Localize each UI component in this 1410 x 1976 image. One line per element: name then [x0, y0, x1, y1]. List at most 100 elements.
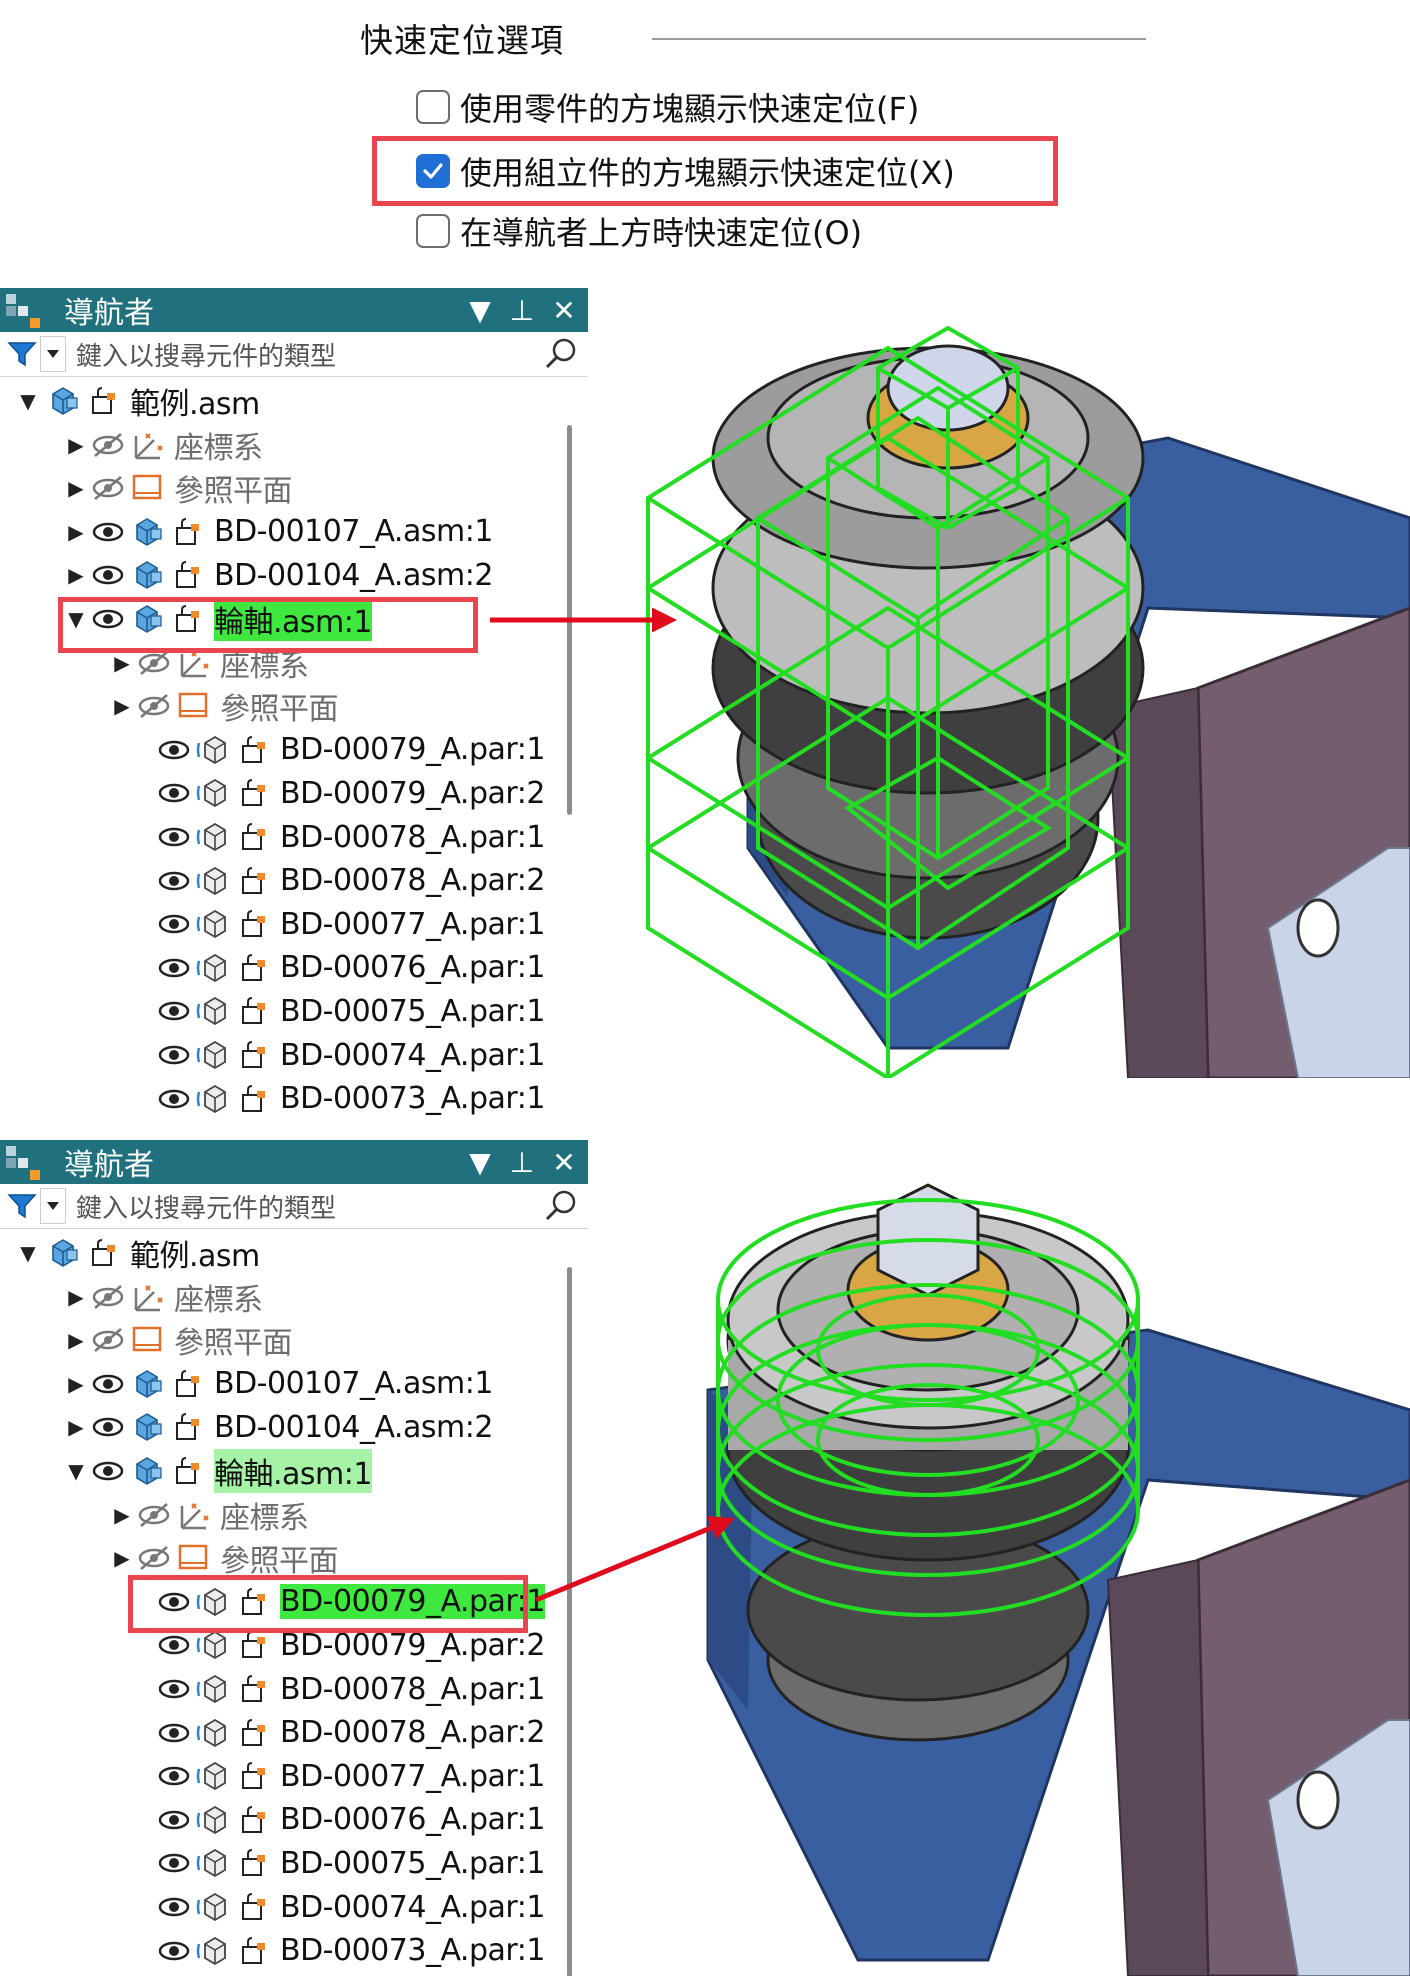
eye-off-icon[interactable] [88, 1320, 128, 1360]
part-icon [194, 1887, 234, 1927]
tree-item[interactable]: ▶ 座標系 [64, 423, 263, 467]
eye-off-icon[interactable] [88, 425, 128, 465]
eye-icon[interactable] [154, 1669, 194, 1709]
checkbox-navigator-hover[interactable] [416, 214, 450, 248]
eye-icon[interactable] [154, 817, 194, 857]
tree-item[interactable]: BD-00076_A.par:1 [130, 946, 545, 990]
tree-item[interactable]: ▶ BD-00104_A.asm:2 [64, 1405, 493, 1449]
expand-down-icon[interactable]: ▼ [64, 1449, 88, 1493]
eye-off-icon[interactable] [88, 468, 128, 508]
tree-item[interactable]: BD-00079_A.par:1 [130, 728, 545, 772]
expand-right-icon[interactable]: ▶ [110, 1536, 134, 1580]
expand-right-icon[interactable]: ▶ [64, 553, 88, 597]
tree-item[interactable]: BD-00075_A.par:1 [130, 1841, 545, 1885]
expand-right-icon[interactable]: ▶ [64, 1275, 88, 1319]
model-viewport-bottom[interactable] [628, 1140, 1410, 1976]
tree-item[interactable]: BD-00077_A.par:1 [130, 902, 545, 946]
expand-down-icon[interactable]: ▼ [16, 1231, 40, 1275]
tree-item[interactable]: BD-00073_A.par:1 [130, 1077, 545, 1121]
expand-right-icon[interactable]: ▶ [64, 510, 88, 554]
pin-icon[interactable]: ⊥ [508, 294, 536, 327]
filter-dropdown-icon[interactable] [40, 1188, 66, 1224]
tree-item[interactable]: BD-00078_A.par:1 [130, 1667, 545, 1711]
filter-dropdown-icon[interactable] [40, 336, 66, 372]
expand-right-icon[interactable]: ▶ [64, 1318, 88, 1362]
model-viewport-top[interactable] [628, 288, 1410, 1078]
tree-item[interactable]: ▶ BD-00104_A.asm:2 [64, 553, 493, 597]
eye-icon[interactable] [154, 904, 194, 944]
tree-item[interactable]: BD-00076_A.par:1 [130, 1798, 545, 1842]
search-input[interactable]: 鍵入以搜尋元件的類型 [76, 336, 336, 373]
tree-item[interactable]: BD-00079_A.par:2 [130, 771, 545, 815]
close-icon[interactable]: ✕ [550, 1146, 578, 1179]
no-expander [130, 815, 154, 859]
eye-icon[interactable] [154, 773, 194, 813]
eye-icon[interactable] [88, 555, 128, 595]
tree-item[interactable]: BD-00077_A.par:1 [130, 1754, 545, 1798]
eye-icon[interactable] [154, 948, 194, 988]
expand-right-icon[interactable]: ▶ [64, 423, 88, 467]
eye-icon[interactable] [154, 1756, 194, 1796]
tree-item[interactable]: BD-00078_A.par:2 [130, 1711, 545, 1755]
eye-icon[interactable] [88, 512, 128, 552]
menu-dropdown-icon[interactable]: ▼ [466, 294, 494, 327]
eye-icon[interactable] [154, 991, 194, 1031]
tree-item[interactable]: ▶ 座標系 [110, 1493, 309, 1537]
eye-icon[interactable] [154, 1079, 194, 1119]
tree-item[interactable]: BD-00078_A.par:1 [130, 815, 545, 859]
eye-icon[interactable] [154, 1887, 194, 1927]
tree-item[interactable]: ▶ 參照平面 [64, 1318, 292, 1362]
eye-off-icon[interactable] [88, 1277, 128, 1317]
tree-item[interactable]: ▶ BD-00107_A.asm:1 [64, 1362, 493, 1406]
expand-right-icon[interactable]: ▶ [110, 684, 134, 728]
menu-dropdown-icon[interactable]: ▼ [466, 1146, 494, 1179]
eye-icon[interactable] [88, 1407, 128, 1447]
scrollbar[interactable] [567, 425, 572, 815]
search-icon[interactable] [542, 1188, 580, 1224]
tree-item[interactable]: ▶ 參照平面 [110, 1536, 338, 1580]
pin-icon[interactable]: ⊥ [508, 1146, 536, 1179]
tree-item[interactable]: ▶ 參照平面 [64, 466, 292, 510]
no-expander [130, 859, 154, 903]
expand-right-icon[interactable]: ▶ [110, 1493, 134, 1537]
tree-item[interactable]: BD-00075_A.par:1 [130, 989, 545, 1033]
eye-icon[interactable] [154, 1931, 194, 1971]
eye-icon[interactable] [154, 730, 194, 770]
no-expander [130, 1033, 154, 1077]
tree-item[interactable]: BD-00074_A.par:1 [130, 1885, 545, 1929]
tree-item[interactable]: BD-00078_A.par:2 [130, 859, 545, 903]
tree-item[interactable]: BD-00074_A.par:1 [130, 1033, 545, 1077]
eye-icon[interactable] [154, 1713, 194, 1753]
checkbox-part-box[interactable] [416, 90, 450, 124]
close-icon[interactable]: ✕ [550, 294, 578, 327]
eye-icon[interactable] [88, 1364, 128, 1404]
eye-off-icon[interactable] [134, 1538, 174, 1578]
search-icon[interactable] [542, 336, 580, 372]
filter-icon[interactable] [4, 1188, 40, 1224]
tree-item[interactable]: BD-00073_A.par:1 [130, 1929, 545, 1973]
eye-icon[interactable] [154, 1843, 194, 1883]
option-part-box[interactable]: 使用零件的方塊顯示快速定位(F) [416, 84, 919, 130]
eye-off-icon[interactable] [134, 1495, 174, 1535]
tree-item[interactable]: ▼ 範例.asm [16, 1231, 260, 1275]
tree-item[interactable]: ▶ 座標系 [64, 1275, 263, 1319]
eye-off-icon[interactable] [134, 686, 174, 726]
tree-item-label: 座標系 [174, 1282, 263, 1318]
tree-item[interactable]: ▼ 輪軸.asm:1 [64, 1449, 372, 1493]
tree-item-label: BD-00079_A.par:2 [280, 1627, 545, 1663]
tree-item[interactable]: ▶ BD-00107_A.asm:1 [64, 510, 493, 554]
tree-item[interactable]: ▼ 範例.asm [16, 379, 260, 423]
search-input[interactable]: 鍵入以搜尋元件的類型 [76, 1188, 336, 1225]
scrollbar[interactable] [567, 1267, 572, 1976]
eye-icon[interactable] [88, 1451, 128, 1491]
eye-icon[interactable] [154, 1800, 194, 1840]
tree-item[interactable]: ▶ 參照平面 [110, 684, 338, 728]
filter-icon[interactable] [4, 336, 40, 372]
eye-icon[interactable] [154, 861, 194, 901]
expand-right-icon[interactable]: ▶ [64, 466, 88, 510]
eye-icon[interactable] [154, 1035, 194, 1075]
expand-right-icon[interactable]: ▶ [64, 1405, 88, 1449]
expand-right-icon[interactable]: ▶ [64, 1362, 88, 1406]
option-navigator-hover[interactable]: 在導航者上方時快速定位(O) [416, 208, 862, 254]
expand-down-icon[interactable]: ▼ [16, 379, 40, 423]
